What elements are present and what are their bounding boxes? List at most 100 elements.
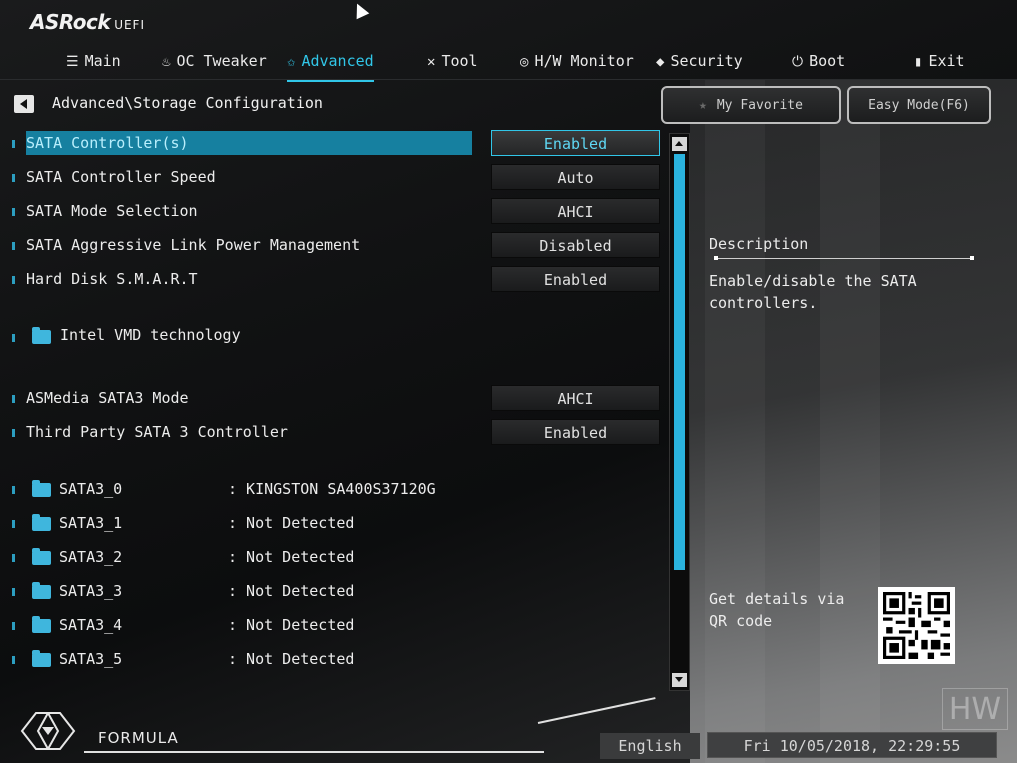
folder-icon [32,514,51,531]
setting-value-sata-controllers[interactable]: Enabled [491,130,660,156]
my-favorite-label: My Favorite [716,98,803,113]
nav-tab-advanced[interactable]: ✩ Advanced [287,50,374,82]
background-stripe [705,80,765,763]
device-value-sata3-0: : KINGSTON SA400S37120G [228,480,436,498]
monitor-icon: ◎ [520,54,529,70]
row-bullet [12,622,15,630]
folder-icon [32,548,51,565]
exit-icon: ▮ [914,54,923,70]
row-bullet [12,429,15,437]
setting-sata-controllers[interactable]: SATA Controller(s) [26,131,472,155]
row-bullet [12,486,15,494]
device-value-sata3-5: : Not Detected [228,650,355,668]
nav-tab-label: H/W Monitor [534,52,634,70]
setting-label: SATA Controller(s) [26,134,189,152]
folder-icon [32,327,51,344]
nav-tab-label: Boot [809,52,846,70]
row-bullet [12,276,15,284]
nav-tab-label: Main [84,52,121,70]
row-bullet [12,520,15,528]
row-bullet [12,334,15,342]
device-sata3-4[interactable]: SATA3_4 [59,613,122,637]
row-bullet [12,242,15,250]
setting-value-hard-disk-smart[interactable]: Enabled [491,266,660,292]
nav-tab-label: Advanced [301,52,374,70]
setting-value-third-party-sata3-controller[interactable]: Enabled [491,419,660,445]
language-selector[interactable]: English [600,733,700,759]
row-bullet [12,554,15,562]
folder-icon [32,616,51,633]
setting-value-sata-aggressive-link-power[interactable]: Disabled [491,232,660,258]
device-sata3-0[interactable]: SATA3_0 [59,477,122,501]
setting-third-party-sata3-controller[interactable]: Third Party SATA 3 Controller [26,420,288,444]
setting-value-asmedia-sata3-mode[interactable]: AHCI [491,385,660,411]
background-stripe [820,80,880,763]
qr-code [878,587,955,664]
shield-icon: ◆ [656,54,665,70]
nav-tab-main[interactable]: ☰ Main [66,50,121,74]
device-value-sata3-1: : Not Detected [228,514,355,532]
row-bullet [12,656,15,664]
scrollbar[interactable] [669,133,690,691]
formula-logo-icon [20,712,76,750]
setting-sata-aggressive-link-power[interactable]: SATA Aggressive Link Power Management [26,233,360,257]
flame-icon: ♨ [162,54,171,70]
device-sata3-2[interactable]: SATA3_2 [59,545,122,569]
nav-tab-tool[interactable]: ✕ Tool [427,50,478,74]
back-button[interactable] [14,95,34,113]
nav-tab-boot[interactable]: ⏻ Boot [792,50,845,74]
footer-divider [84,751,544,753]
nav-tab-oc-tweaker[interactable]: ♨ OC Tweaker [162,50,267,74]
top-navigation: ☰ Main ♨ OC Tweaker ✩ Advanced ✕ Tool ◎ H/W M… [0,44,1017,82]
submenu-intel-vmd[interactable]: Intel VMD technology [60,323,241,347]
nav-tab-label: Tool [441,52,478,70]
my-favorite-button[interactable]: ★ My Favorite [661,86,841,124]
brand-suffix: UEFI [114,18,145,32]
device-sata3-3[interactable]: SATA3_3 [59,579,122,603]
device-sata3-5[interactable]: SATA3_5 [59,647,122,671]
easy-mode-button[interactable]: Easy Mode(F6) [847,86,991,124]
star-icon: ★ [699,98,707,113]
folder-icon [32,480,51,497]
power-icon: ⏻ [792,54,804,70]
nav-tab-hw-monitor[interactable]: ◎ H/W Monitor [520,50,634,74]
row-bullet [12,140,15,148]
device-value-sata3-4: : Not Detected [228,616,355,634]
setting-asmedia-sata3-mode[interactable]: ASMedia SATA3 Mode [26,386,189,410]
setting-sata-mode-selection[interactable]: SATA Mode Selection [26,199,198,223]
setting-sata-controller-speed[interactable]: SATA Controller Speed [26,165,216,189]
scroll-down-arrow-icon[interactable] [672,673,687,687]
nav-tab-exit[interactable]: ▮ Exit [914,50,965,74]
nav-tab-security[interactable]: ◆ Security [656,50,743,74]
easy-mode-label: Easy Mode(F6) [868,98,970,113]
scroll-thumb[interactable] [674,154,685,570]
scroll-up-arrow-icon[interactable] [672,137,687,151]
qr-code-icon [883,592,950,659]
list-icon: ☰ [66,54,79,70]
row-bullet [12,174,15,182]
row-bullet [12,588,15,596]
brand-name: ASRock [30,10,111,34]
watermark-logo: HW [942,688,1008,730]
nav-tab-label: OC Tweaker [176,52,267,70]
description-title: Description [709,235,809,253]
nav-tab-label: Security [670,52,743,70]
breadcrumb: Advanced\Storage Configuration [52,94,323,112]
asrock-logo: ASRock UEFI [30,10,145,34]
nav-tab-label: Exit [928,52,965,70]
device-sata3-1[interactable]: SATA3_1 [59,511,122,535]
qr-hint-text: Get details via QR code [709,590,845,630]
setting-value-sata-mode-selection[interactable]: AHCI [491,198,660,224]
description-text: Enable/disable the SATA controllers. [709,272,917,312]
setting-value-sata-controller-speed[interactable]: Auto [491,164,660,190]
formula-brand: FORMULA [98,729,179,747]
device-value-sata3-2: : Not Detected [228,548,355,566]
row-bullet [12,208,15,216]
row-bullet [12,395,15,403]
device-value-sata3-3: : Not Detected [228,582,355,600]
tools-icon: ✕ [427,54,436,70]
folder-icon [32,582,51,599]
description-divider [714,256,974,260]
system-datetime: Fri 10/05/2018, 22:29:55 [707,732,997,758]
setting-hard-disk-smart[interactable]: Hard Disk S.M.A.R.T [26,267,198,291]
